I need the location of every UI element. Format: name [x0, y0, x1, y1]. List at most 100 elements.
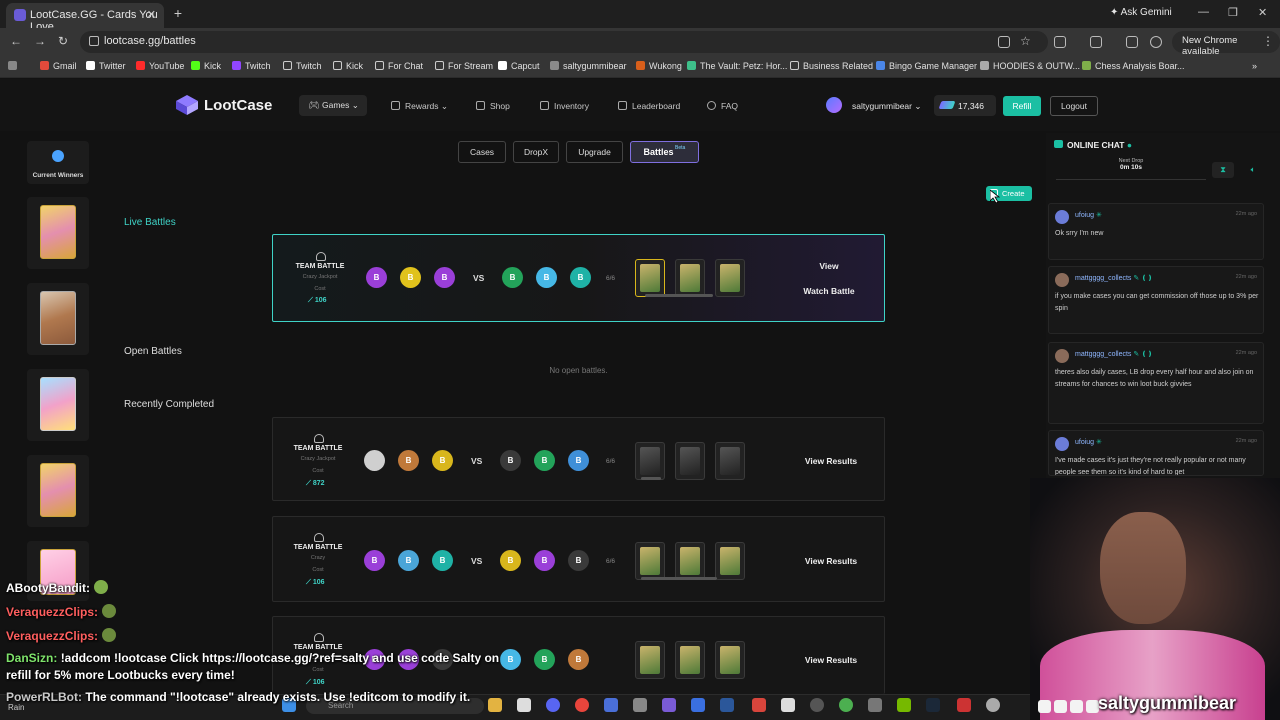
app-icon[interactable] [691, 698, 705, 712]
player-avatar[interactable]: B [570, 267, 591, 288]
bookmark-bingo[interactable]: Bingo Game Manager [876, 61, 977, 71]
player-avatar[interactable]: B [434, 267, 455, 288]
player-avatar[interactable]: B [534, 649, 555, 670]
tab-battles[interactable]: Battles [630, 141, 699, 163]
extensions-icon[interactable] [1054, 36, 1066, 48]
bookmark-hoodies[interactable]: HOODIES & OUTW... [980, 61, 1080, 71]
weather-widget[interactable]: Rain [8, 703, 24, 712]
winner-card[interactable] [27, 283, 89, 355]
player-avatar[interactable]: B [568, 450, 589, 471]
player-avatar[interactable]: B [568, 649, 589, 670]
hourglass-icon[interactable]: ⧗ [1212, 162, 1234, 178]
watch-battle-button[interactable]: Watch Battle [793, 286, 865, 296]
chat-username[interactable]: mattgggg_collects ✎ ❪❫ [1075, 350, 1153, 358]
bookmark-kick[interactable]: Kick [191, 61, 221, 71]
completed-battle-row[interactable]: TEAM BATTLE Crazy Jackpot Cost ⟋ 872 B B… [272, 417, 885, 501]
chat-avatar[interactable] [1055, 210, 1069, 224]
case-scrollbar[interactable] [641, 477, 661, 480]
refill-button[interactable]: Refill [1003, 96, 1041, 116]
view-results-button[interactable]: View Results [795, 456, 867, 466]
bookmark-folder-twitch[interactable]: Twitch [283, 61, 322, 71]
close-window-icon[interactable]: ✕ [1258, 6, 1267, 19]
player-avatar[interactable]: B [500, 550, 521, 571]
tab-upgrade[interactable]: Upgrade [566, 141, 623, 163]
minimize-icon[interactable]: — [1198, 6, 1209, 18]
winner-card[interactable] [27, 369, 89, 441]
steam-icon[interactable] [926, 698, 940, 712]
cast-icon[interactable] [1090, 36, 1102, 48]
chrome-icon[interactable] [575, 698, 589, 712]
app-icon[interactable] [662, 698, 676, 712]
nav-leaderboard[interactable]: Leaderboard [618, 101, 680, 111]
chat-avatar[interactable] [1055, 273, 1069, 287]
tab-cases[interactable]: Cases [458, 141, 506, 163]
chat-username[interactable]: ufoiug ✳ [1075, 438, 1102, 446]
completed-battle-row[interactable]: TEAM BATTLE Crazy Cost ⟋ 106 B B B VS B … [272, 516, 885, 602]
chrome-profile-icon[interactable] [839, 698, 853, 712]
player-avatar[interactable]: B [432, 450, 453, 471]
apps-grid-icon[interactable] [8, 61, 21, 71]
back-icon[interactable]: ← [10, 34, 22, 48]
ask-gemini-button[interactable]: ✦ Ask Gemini [1110, 7, 1172, 18]
app-icon[interactable] [781, 698, 795, 712]
bookmark-gmail[interactable]: Gmail [40, 61, 77, 71]
obs-icon[interactable] [810, 698, 824, 712]
maximize-icon[interactable]: ❐ [1228, 6, 1238, 19]
more-bookmarks-icon[interactable]: » [1252, 61, 1257, 71]
app-icon[interactable] [957, 698, 971, 712]
site-logo-text[interactable]: LootCase [204, 97, 272, 114]
site-info-icon[interactable] [89, 36, 99, 46]
nav-games[interactable]: 🎮︎ Games ⌄ [299, 95, 367, 116]
case-scrollbar[interactable] [641, 577, 717, 580]
player-avatar[interactable]: B [366, 267, 387, 288]
nav-inventory[interactable]: Inventory [540, 101, 589, 111]
chat-avatar[interactable] [1055, 349, 1069, 363]
discord-icon[interactable] [546, 698, 560, 712]
player-avatar[interactable]: B [500, 450, 521, 471]
calculator-icon[interactable] [604, 698, 618, 712]
nvidia-icon[interactable] [897, 698, 911, 712]
chat-avatar[interactable] [1055, 437, 1069, 451]
bookmark-twitter[interactable]: Twitter [86, 61, 126, 71]
close-tab-icon[interactable]: ✕ [147, 8, 156, 21]
player-avatar[interactable]: B [534, 450, 555, 471]
username-dropdown[interactable]: saltygummibear ⌄ [852, 101, 921, 112]
chat-username[interactable]: ufoiug ✳ [1075, 211, 1102, 219]
address-bar[interactable]: lootcase.gg/battles [80, 31, 1048, 53]
file-explorer-icon[interactable] [488, 698, 502, 712]
logout-button[interactable]: Logout [1050, 96, 1098, 116]
forward-icon[interactable]: → [34, 34, 46, 48]
nav-faq[interactable]: FAQ [707, 101, 738, 111]
bookmark-wukong[interactable]: Wukong [636, 61, 682, 71]
case-scrollbar[interactable] [645, 294, 713, 297]
player-avatar[interactable]: B [432, 550, 453, 571]
eye-off-icon[interactable] [998, 36, 1010, 48]
nav-rewards[interactable]: Rewards ⌄ [391, 101, 448, 112]
bookmark-folder-kick[interactable]: Kick [333, 61, 363, 71]
browser-tab[interactable]: LootCase.GG - Cards You Love ✕ [6, 3, 164, 33]
player-avatar[interactable]: B [536, 267, 557, 288]
bookmark-folder-business[interactable]: Business Related [790, 61, 873, 71]
view-results-button[interactable]: View Results [795, 655, 867, 665]
chat-username[interactable]: mattgggg_collects ✎ ❪❫ [1075, 274, 1153, 282]
app-icon[interactable] [986, 698, 1000, 712]
player-avatar[interactable]: B [400, 267, 421, 288]
player-avatar[interactable]: B [500, 649, 521, 670]
reading-list-icon[interactable] [1126, 36, 1138, 48]
app-icon[interactable] [868, 698, 882, 712]
bookmark-folder-for-stream[interactable]: For Stream [435, 61, 493, 71]
bookmark-the-vault[interactable]: The Vault: Petz: Hor... [687, 61, 787, 71]
player-avatar[interactable]: B [398, 550, 419, 571]
menu-kebab-icon[interactable]: ⋮ [1262, 34, 1274, 48]
winner-card[interactable] [27, 197, 89, 269]
bookmark-twitch[interactable]: Twitch [232, 61, 271, 71]
player-avatar[interactable]: B [502, 267, 523, 288]
nav-shop[interactable]: Shop [476, 101, 510, 111]
player-avatar[interactable] [364, 450, 385, 471]
sound-icon[interactable]: 🔈︎ [1242, 162, 1264, 178]
user-avatar[interactable] [826, 97, 842, 113]
new-tab-icon[interactable]: + [170, 5, 186, 21]
bookmark-chess[interactable]: Chess Analysis Boar... [1082, 61, 1185, 71]
live-battle-row[interactable]: TEAM BATTLE Crazy Jackpot Cost ⟋ 106 B B… [272, 234, 885, 322]
tab-dropx[interactable]: DropX [513, 141, 559, 163]
